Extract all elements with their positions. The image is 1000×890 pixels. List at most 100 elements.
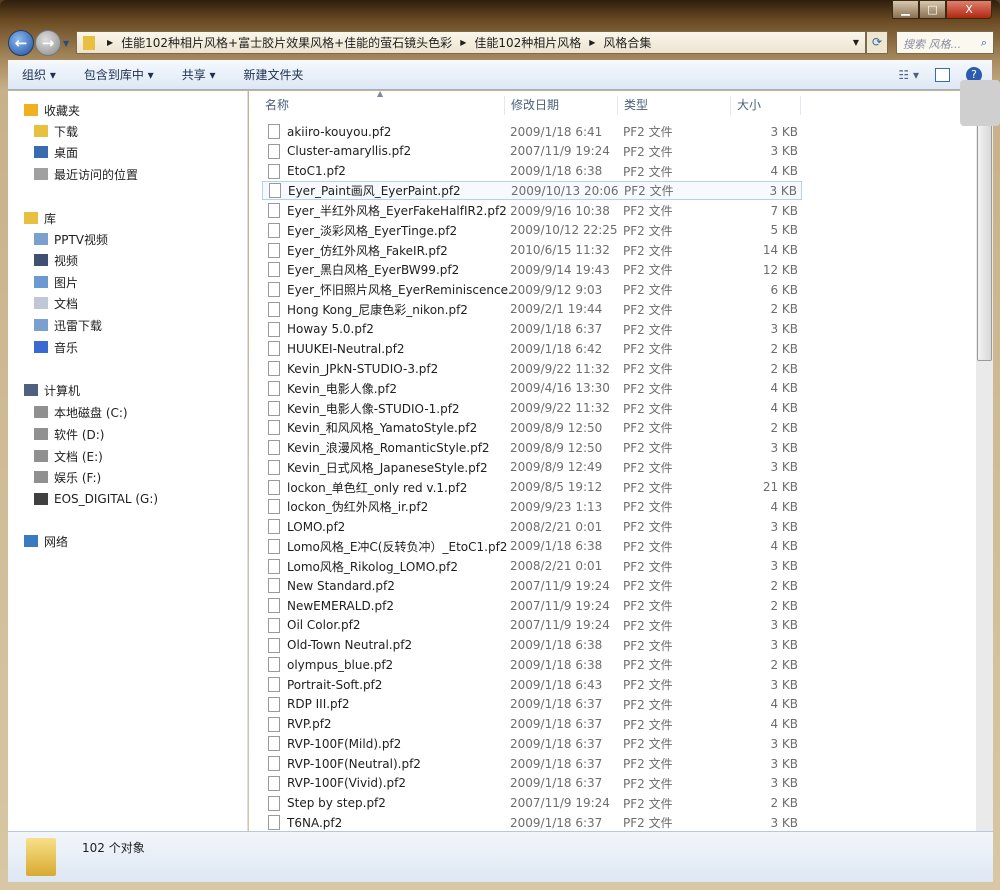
chevron-down-icon[interactable]: ▼ [853, 38, 859, 47]
maximize-button[interactable]: □ [919, 0, 946, 19]
share-button[interactable]: 共享 ▾ [168, 66, 230, 83]
file-name: RVP.pf2 [287, 717, 332, 731]
file-row[interactable]: Eyer_仿红外风格_FakeIR.pf2 2010/6/15 11:32 PF2 … [262, 241, 802, 260]
forward-button[interactable]: → [35, 30, 61, 56]
file-row[interactable]: Kevin_电影人像-STUDIO-1.pf2 2009/9/22 11:32 PF… [262, 399, 802, 418]
search-input[interactable]: 搜索 风格... ⌕ [896, 31, 994, 54]
file-row[interactable]: Eyer_黑白风格_EyerBW99.pf2 2009/9/14 19:43 PF2… [262, 260, 802, 279]
sidebar-item[interactable]: 文档 (E:) [34, 446, 103, 466]
sidebar-item[interactable]: 最近访问的位置 [34, 164, 138, 184]
file-row[interactable]: Lomo风格_Rikolog_LOMO.pf2 2008/2/21 0:01 PF2… [262, 557, 802, 576]
file-row[interactable]: Kevin_浪漫风格_RomanticStyle.pf2 2009/8/9 12:… [262, 438, 802, 457]
sidebar-item[interactable]: 娱乐 (F:) [34, 467, 101, 487]
file-row[interactable]: Hong Kong_尼康色彩_nikon.pf2 2009/2/1 19:44 PF… [262, 300, 802, 319]
new-folder-button[interactable]: 新建文件夹 [230, 66, 318, 83]
file-row[interactable]: RVP-100F(Neutral).pf2 2009/1/18 6:37 PF2 文… [262, 754, 802, 773]
breadcrumb-item[interactable]: 佳能102种相片风格 [474, 34, 581, 51]
sidebar-item[interactable]: 本地磁盘 (C:) [34, 402, 128, 422]
sidebar-item[interactable]: 下载 [34, 121, 78, 141]
sidebar-item-label: EOS_DIGITAL (G:) [54, 492, 159, 506]
sidebar-item[interactable]: 库 [24, 208, 56, 228]
sidebar-item-icon [34, 146, 48, 158]
file-type: PF2 文件 [623, 737, 673, 752]
sidebar-item[interactable]: EOS_DIGITAL (G:) [34, 489, 158, 509]
file-row[interactable]: RVP-100F(Mild).pf2 2009/1/18 6:37 PF2 文件 3 … [262, 734, 802, 753]
file-name: Eyer_黑白风格_EyerBW99.pf2 [287, 263, 460, 278]
file-row[interactable]: LOMO.pf2 2008/2/21 0:01 PF2 文件 3 KB [262, 517, 802, 536]
scrollbar-thumb[interactable] [977, 101, 992, 361]
nav-buttons: ← → ▼ [8, 30, 69, 56]
file-row[interactable]: New Standard.pf2 2007/11/9 19:24 PF2 文件 2 K… [262, 576, 802, 595]
recent-pages-dropdown-icon[interactable]: ▼ [63, 39, 69, 48]
file-row[interactable]: Cluster-amaryllis.pf2 2007/11/9 19:24 PF2 … [262, 142, 802, 161]
sidebar-item[interactable]: 迅雷下载 [34, 315, 102, 335]
file-name: Lomo风格_E冲C(反转负冲）_EtoC1.pf2 [287, 539, 508, 554]
sidebar-item-icon [24, 535, 38, 547]
file-row[interactable]: EtoC1.pf2 2009/1/18 6:38 PF2 文件 4 KB [262, 162, 802, 181]
file-size: 3 KB [770, 618, 798, 633]
sidebar-item-icon [34, 493, 48, 505]
file-row[interactable]: Kevin_和风风格_YamatoStyle.pf2 2009/8/9 12:50… [262, 418, 802, 437]
file-type: PF2 文件 [623, 164, 673, 179]
sidebar-item[interactable]: 收藏夹 [24, 100, 80, 120]
file-row[interactable]: RDP III.pf2 2009/1/18 6:37 PF2 文件 4 KB [262, 695, 802, 714]
file-icon [268, 519, 280, 534]
file-name: LOMO.pf2 [287, 519, 346, 534]
back-button[interactable]: ← [8, 30, 34, 56]
file-row[interactable]: RVP-100F(Vivid).pf2 2009/1/18 6:37 PF2 文件 3… [262, 774, 802, 793]
file-icon [268, 124, 280, 139]
floating-widget[interactable] [960, 80, 1000, 126]
breadcrumb-item[interactable]: 佳能102种相片风格+富士胶片效果风格+佳能的萤石镜头色彩 [121, 34, 452, 51]
file-row[interactable]: Eyer_Paint画风_EyerPaint.pf2 2009/10/13 20:… [262, 181, 802, 201]
file-row[interactable]: Step by step.pf2 2007/11/9 19:24 PF2 文件 2 K… [262, 794, 802, 813]
refresh-button[interactable]: ⟳ [866, 31, 888, 54]
sidebar-item[interactable]: 网络 [24, 531, 68, 551]
minimize-button[interactable]: ▁ [892, 0, 919, 19]
view-options-icon[interactable]: ☷ ▾ [898, 68, 919, 82]
sidebar-item[interactable]: PPTV视频 [34, 229, 108, 249]
organize-button[interactable]: 组织 ▾ [8, 66, 70, 83]
chevron-right-icon[interactable]: ▶ [589, 38, 595, 47]
file-row[interactable]: T6NA.pf2 2009/1/18 6:37 PF2 文件 3 KB [262, 813, 802, 832]
file-row[interactable]: HUUKEI-Neutral.pf2 2009/1/18 6:42 PF2 文件 2 … [262, 339, 802, 358]
column-header-type[interactable]: 类型 [618, 96, 731, 115]
sidebar-item[interactable]: 文档 [34, 293, 78, 313]
breadcrumb-item[interactable]: 风格合集 [603, 34, 651, 51]
sidebar-item[interactable]: 桌面 [34, 142, 78, 162]
file-row[interactable]: Kevin_电影人像.pf2 2009/4/16 13:30 PF2 文件 4 KB [262, 379, 802, 398]
file-row[interactable]: Eyer_半红外风格_EyerFakeHalfIR2.pf2 2009/9/16 … [262, 201, 802, 220]
file-row[interactable]: Old-Town Neutral.pf2 2009/1/18 6:38 PF2 文件… [262, 636, 802, 655]
file-row[interactable]: Kevin_日式风格_JapaneseStyle.pf2 2009/8/9 12:… [262, 458, 802, 477]
sidebar-item[interactable]: 音乐 [34, 337, 78, 357]
file-icon [268, 499, 280, 515]
file-row[interactable]: akiiro-kouyou.pf2 2009/1/18 6:41 PF2 文件 3 K… [262, 122, 802, 141]
sidebar-item[interactable]: 图片 [34, 272, 78, 292]
sidebar-item-label: 视频 [54, 253, 79, 268]
sidebar-item[interactable]: 视频 [34, 250, 78, 270]
file-row[interactable]: Lomo风格_E冲C(反转负冲）_EtoC1.pf2 2009/1/18 6:38… [262, 537, 802, 556]
file-row[interactable]: Portrait-Soft.pf2 2009/1/18 6:43 PF2 文件 3 K… [262, 675, 802, 694]
file-row[interactable]: olympus_blue.pf2 2009/1/18 6:38 PF2 文件 2 KB [262, 655, 802, 674]
file-row[interactable]: Oil Color.pf2 2007/11/9 19:24 PF2 文件 3 KB [262, 616, 802, 635]
close-button[interactable]: X [946, 0, 992, 19]
preview-pane-icon[interactable] [935, 67, 950, 82]
chevron-right-icon[interactable]: ▶ [460, 38, 466, 47]
column-header-name[interactable]: 名称 [259, 96, 505, 115]
include-in-library-button[interactable]: 包含到库中 ▾ [70, 66, 168, 83]
file-row[interactable]: NewEMERALD.pf2 2007/11/9 19:24 PF2 文件 2 KB [262, 596, 802, 615]
file-row[interactable]: Howay 5.0.pf2 2009/1/18 6:37 PF2 文件 3 KB [262, 320, 802, 339]
address-bar[interactable]: ▶ 佳能102种相片风格+富士胶片效果风格+佳能的萤石镜头色彩 ▶ 佳能102种… [76, 31, 866, 54]
file-row[interactable]: lockon_伪红外风格_ir.pf2 2009/9/23 1:13 PF2 文件 4… [262, 497, 802, 516]
file-row[interactable]: lockon_单色红_only red v.1.pf2 2009/8/5 19:1… [262, 478, 802, 497]
sidebar-item[interactable]: 计算机 [24, 380, 80, 400]
chevron-right-icon[interactable]: ▶ [107, 38, 113, 47]
sidebar-item[interactable]: 软件 (D:) [34, 424, 104, 444]
file-row[interactable]: Kevin_JPkN-STUDIO-3.pf2 2009/9/22 11:32 PF… [262, 359, 802, 378]
vertical-scrollbar[interactable] [976, 91, 993, 831]
column-header-size[interactable]: 大小 [731, 96, 801, 115]
file-row[interactable]: Eyer_淡彩风格_EyerTinge.pf2 2009/10/12 22:25 P… [262, 221, 802, 240]
file-row[interactable]: Eyer_怀旧照片风格_EyerReminiscence.... 2009/9/1… [262, 280, 802, 299]
file-row[interactable]: RVP.pf2 2009/1/18 6:37 PF2 文件 4 KB [262, 715, 802, 734]
column-header-date[interactable]: 修改日期 [505, 96, 618, 115]
file-date: 2009/4/16 13:30 [510, 381, 610, 396]
